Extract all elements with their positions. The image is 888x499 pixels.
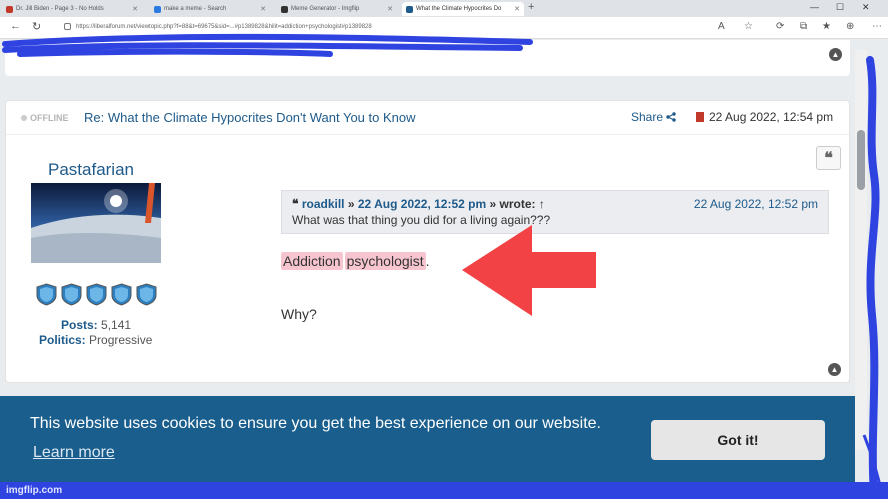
- tab-favicon-icon: [154, 5, 161, 13]
- rank-shield-icon: [136, 283, 157, 306]
- cookie-message: This website uses cookies to ensure you …: [30, 415, 601, 432]
- address-bar: ← ↻ https://liberalforum.net/viewtopic.p…: [0, 17, 888, 39]
- back-icon[interactable]: ←: [10, 20, 21, 32]
- reply-text: Addiction psychologist.: [281, 252, 430, 270]
- author-username[interactable]: Pastafarian: [48, 160, 134, 180]
- previous-post-footer: ▲: [5, 40, 850, 76]
- rank-shield-icon: [61, 283, 82, 306]
- post-link-icon[interactable]: [696, 112, 704, 122]
- refresh-icon[interactable]: ↻: [32, 20, 41, 33]
- browser-tab[interactable]: make a meme - Search ✕: [150, 2, 270, 16]
- quote-author[interactable]: roadkill: [302, 197, 345, 211]
- rank-shield-icon: [36, 283, 57, 306]
- posts-count[interactable]: 5,141: [101, 318, 131, 332]
- cookie-banner: This website uses cookies to ensure you …: [0, 396, 855, 482]
- more-menu-icon[interactable]: ⋯: [872, 21, 882, 32]
- politics-value: Progressive: [89, 333, 153, 347]
- quote-icon: ❝: [292, 197, 299, 211]
- back-to-top-icon[interactable]: ▲: [828, 363, 841, 376]
- scrollbar[interactable]: [855, 50, 867, 450]
- extensions-icon[interactable]: ⊕: [846, 21, 854, 32]
- status-label: OFFLINE: [30, 113, 69, 123]
- quote-separator: »: [347, 197, 355, 211]
- avatar: [31, 183, 161, 263]
- refresh-page-icon[interactable]: ⟳: [776, 21, 784, 32]
- online-status: OFFLINE: [21, 113, 69, 123]
- marker-strip: [0, 482, 888, 499]
- browser-tab[interactable]: Meme Generator - Imgflip ✕: [277, 2, 397, 16]
- red-arrow-icon: [462, 225, 596, 316]
- post-header: OFFLINE Re: What the Climate Hypocrites …: [6, 101, 849, 135]
- share-icon: [666, 112, 676, 122]
- author-posts: Posts: 5,141: [61, 318, 131, 332]
- author-politics: Politics: Progressive: [39, 333, 152, 347]
- tab-favicon-icon: [406, 5, 413, 13]
- quote-button[interactable]: ❝: [816, 146, 841, 170]
- reply-question: Why?: [281, 306, 317, 322]
- share-label: Share: [631, 110, 664, 124]
- tab-title: make a meme - Search: [164, 6, 227, 12]
- learn-more-link[interactable]: Learn more: [33, 444, 115, 462]
- close-tab-icon[interactable]: ✕: [260, 5, 266, 13]
- politics-label: Politics:: [39, 333, 86, 347]
- quote-right-date: 22 Aug 2022, 12:52 pm: [693, 197, 818, 211]
- posts-label: Posts:: [61, 318, 98, 332]
- close-window-icon[interactable]: ✕: [862, 2, 870, 13]
- url-input[interactable]: https://liberalforum.net/viewtopic.php?f…: [62, 20, 702, 34]
- post-title[interactable]: Re: What the Climate Hypocrites Don't Wa…: [84, 110, 416, 125]
- reply-punctuation: .: [425, 253, 430, 269]
- tab-title: What the Climate Hypocrites Do: [416, 6, 502, 12]
- browser-tab[interactable]: Dr. Jill Biden - Page 3 - No Holds ✕: [2, 2, 142, 16]
- share-button[interactable]: Share: [631, 110, 676, 124]
- read-aloud-icon[interactable]: A: [718, 21, 725, 32]
- scrollbar-thumb[interactable]: [857, 130, 865, 190]
- tab-title: Dr. Jill Biden - Page 3 - No Holds: [16, 6, 104, 12]
- close-tab-icon[interactable]: ✕: [132, 5, 138, 13]
- rank-shield-icon: [86, 283, 107, 306]
- accept-cookies-button[interactable]: Got it!: [651, 420, 825, 460]
- favorite-icon[interactable]: ☆: [744, 21, 753, 32]
- rank-shield-icon: [111, 283, 132, 306]
- quote-wrote[interactable]: » wrote: ↑: [490, 197, 545, 211]
- new-tab-icon[interactable]: +: [528, 1, 534, 13]
- close-tab-icon[interactable]: ✕: [387, 5, 393, 13]
- quote-date[interactable]: 22 Aug 2022, 12:52 pm: [358, 197, 486, 211]
- close-tab-icon[interactable]: ✕: [514, 5, 520, 13]
- tab-favicon-icon: [281, 5, 288, 13]
- split-screen-icon[interactable]: ⧉: [800, 21, 807, 32]
- post-date-text: 22 Aug 2022, 12:54 pm: [709, 110, 834, 124]
- collections-icon[interactable]: ★: [822, 21, 831, 32]
- tab-title: Meme Generator - Imgflip: [291, 6, 360, 12]
- highlighted-word: Addiction: [281, 252, 343, 270]
- back-to-top-icon[interactable]: ▲: [829, 48, 842, 61]
- rank-icons: [36, 283, 157, 306]
- highlighted-word: psychologist: [344, 252, 426, 270]
- status-dot-icon: [21, 115, 27, 121]
- post-date: 22 Aug 2022, 12:54 pm: [696, 110, 833, 124]
- browser-tab-active[interactable]: What the Climate Hypocrites Do ✕: [402, 2, 524, 16]
- browser-tab-bar: Dr. Jill Biden - Page 3 - No Holds ✕ mak…: [0, 0, 888, 17]
- maximize-icon[interactable]: ☐: [836, 2, 844, 13]
- quote-header: ❝ roadkill » 22 Aug 2022, 12:52 pm » wro…: [292, 197, 545, 211]
- minimize-icon[interactable]: —: [810, 2, 819, 12]
- imgflip-watermark: imgflip.com: [6, 485, 63, 496]
- forum-post: OFFLINE Re: What the Climate Hypocrites …: [5, 100, 850, 383]
- tab-favicon-icon: [6, 5, 13, 13]
